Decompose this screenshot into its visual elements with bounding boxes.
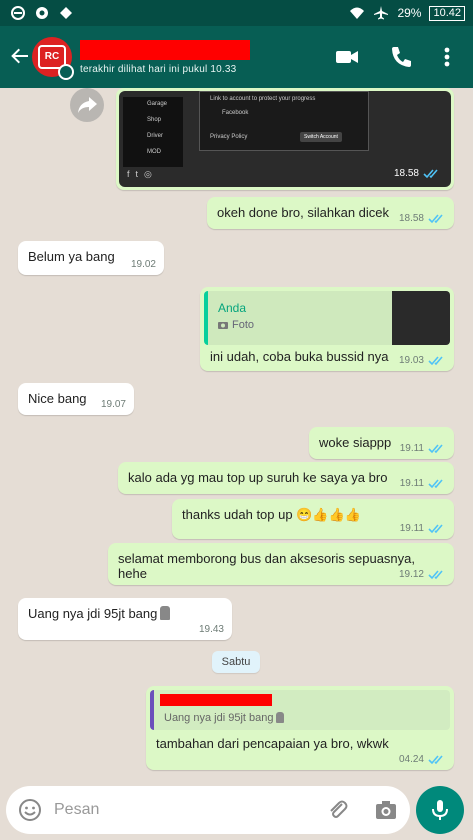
menu-shop: Shop — [147, 117, 162, 123]
chat-area[interactable]: Garage Shop Driver MOD Link to account t… — [0, 88, 473, 780]
message-text: Nice bang — [28, 391, 87, 406]
read-ticks-icon — [428, 443, 443, 453]
message-placeholder: Pesan — [54, 801, 100, 818]
message-text: ini udah, coba buka bussid nya — [210, 349, 389, 364]
message-time: 04.24 — [398, 754, 424, 765]
image-message[interactable]: Garage Shop Driver MOD Link to account t… — [116, 88, 454, 190]
message-text: kalo ada yg mau top up suruh ke saya ya … — [128, 470, 388, 485]
message-bubble-out[interactable]: okeh done bro, silahkan dicek 18.58 — [207, 197, 454, 229]
message-bubble-out-reply[interactable]: Anda Foto ini udah, coba buka bussid nya… — [200, 287, 454, 371]
read-ticks-icon — [428, 569, 443, 579]
account-panel: Link to account to protect your progress… — [199, 91, 369, 151]
battery-percent: 29% — [397, 6, 422, 20]
more-options-icon[interactable] — [434, 44, 460, 70]
message-bubble-out[interactable]: thanks udah top up 😁👍👍👍 19.11 — [172, 499, 454, 539]
forward-share-icon[interactable] — [70, 88, 104, 122]
image-time: 18.58 — [393, 168, 419, 179]
read-ticks-icon — [428, 523, 443, 533]
message-time: 19.12 — [398, 569, 424, 580]
status-bar: 29% 10.42 — [0, 0, 473, 26]
airplane-mode-icon — [374, 6, 389, 20]
social-icons: f t ◎ — [127, 169, 152, 180]
message-time: 19.43 — [198, 624, 224, 635]
quoted-photo-thumbnail — [392, 291, 450, 345]
message-text: Uang nya jdi 95jt bang — [28, 606, 158, 621]
date-separator: Sabtu — [212, 651, 260, 673]
notification-icon — [11, 6, 25, 20]
read-ticks-icon — [428, 754, 443, 764]
game-side-menu: Garage Shop Driver MOD — [123, 97, 183, 167]
message-time: 19.03 — [398, 355, 424, 366]
twitter-icon: t — [135, 169, 139, 179]
camera-icon — [218, 322, 228, 329]
facebook-label: Facebook — [222, 110, 249, 116]
attach-icon[interactable] — [326, 798, 350, 822]
contact-name-redacted[interactable] — [80, 40, 250, 60]
message-input[interactable]: Pesan — [6, 786, 410, 834]
quoted-sender: Anda — [218, 301, 247, 315]
message-bubble-out-reply[interactable]: Uang nya jdi 95jt bang tambahan dari pen… — [146, 686, 454, 770]
settings-icon — [36, 7, 48, 19]
quoted-message[interactable]: Uang nya jdi 95jt bang — [150, 690, 450, 730]
screenshot-thumbnail[interactable]: Garage Shop Driver MOD Link to account t… — [119, 91, 451, 187]
video-call-icon[interactable] — [334, 44, 360, 70]
read-ticks-icon — [428, 478, 443, 488]
message-time: 18.58 — [398, 213, 424, 224]
message-bubble-out[interactable]: woke siappp 19.11 — [309, 427, 454, 459]
quoted-sender-redacted — [160, 694, 272, 706]
chat-header: RC terakhir dilihat hari ini pukul 10.33 — [0, 26, 473, 88]
moai-emoji-icon — [160, 606, 171, 620]
message-text: tambahan dari pencapaian ya bro, wkwk — [156, 736, 389, 751]
message-bubble-out[interactable]: kalo ada yg mau top up suruh ke saya ya … — [118, 462, 454, 494]
read-ticks-icon — [428, 355, 443, 365]
image-meta: 18.58 — [394, 168, 441, 179]
message-time: 19.11 — [399, 443, 424, 454]
status-ring-icon — [58, 64, 74, 80]
microphone-icon — [432, 800, 448, 820]
quoted-text: Uang nya jdi 95jt bang — [164, 712, 274, 724]
read-ticks-icon — [423, 168, 438, 178]
message-text: selamat memborong bus dan aksesoris sepu… — [118, 551, 415, 581]
message-time: 19.02 — [130, 259, 156, 270]
read-ticks-icon — [428, 213, 443, 223]
menu-mod: MOD — [147, 149, 161, 155]
back-arrow-icon[interactable] — [8, 44, 32, 68]
privacy-label: Privacy Policy — [210, 134, 248, 140]
quoted-type: Foto — [218, 319, 254, 331]
data-saver-icon — [60, 7, 72, 19]
message-bubble-in[interactable]: Belum ya bang 19.02 — [18, 241, 164, 275]
facebook-icon: f — [127, 169, 130, 179]
camera-icon[interactable] — [374, 798, 398, 822]
last-seen: terakhir dilihat hari ini pukul 10.33 — [80, 64, 237, 75]
battery-time: 10.42 — [429, 5, 465, 21]
message-text: thanks udah top up 😁👍👍👍 — [182, 507, 361, 522]
menu-garage: Garage — [147, 101, 168, 107]
message-bubble-in[interactable]: Nice bang 19.07 — [18, 383, 134, 415]
quoted-text-row: Uang nya jdi 95jt bang — [164, 712, 285, 724]
switch-account-label: Switch Account — [300, 132, 342, 142]
voice-record-button[interactable] — [416, 786, 464, 834]
quoted-message[interactable]: Anda Foto — [204, 291, 450, 345]
menu-driver: Driver — [147, 133, 163, 139]
message-time: 19.11 — [399, 523, 424, 534]
instagram-icon: ◎ — [144, 169, 152, 179]
message-text: Belum ya bang — [28, 249, 115, 264]
message-bubble-out[interactable]: selamat memborong bus dan aksesoris sepu… — [108, 543, 454, 585]
wifi-icon — [350, 7, 365, 19]
emoji-icon[interactable] — [18, 798, 42, 822]
quoted-type-label: Foto — [232, 319, 255, 331]
message-time: 19.11 — [399, 478, 424, 489]
phone-call-icon[interactable] — [388, 44, 414, 70]
message-text: woke siappp — [319, 435, 392, 450]
compose-bar: Pesan — [0, 780, 473, 840]
message-text: okeh done bro, silahkan dicek — [217, 205, 390, 220]
message-bubble-in[interactable]: Uang nya jdi 95jt bang 19.43 — [18, 598, 232, 640]
link-text: Link to account to protect your progress — [210, 96, 316, 102]
message-time: 19.07 — [100, 399, 126, 410]
moai-emoji-icon — [276, 712, 285, 723]
